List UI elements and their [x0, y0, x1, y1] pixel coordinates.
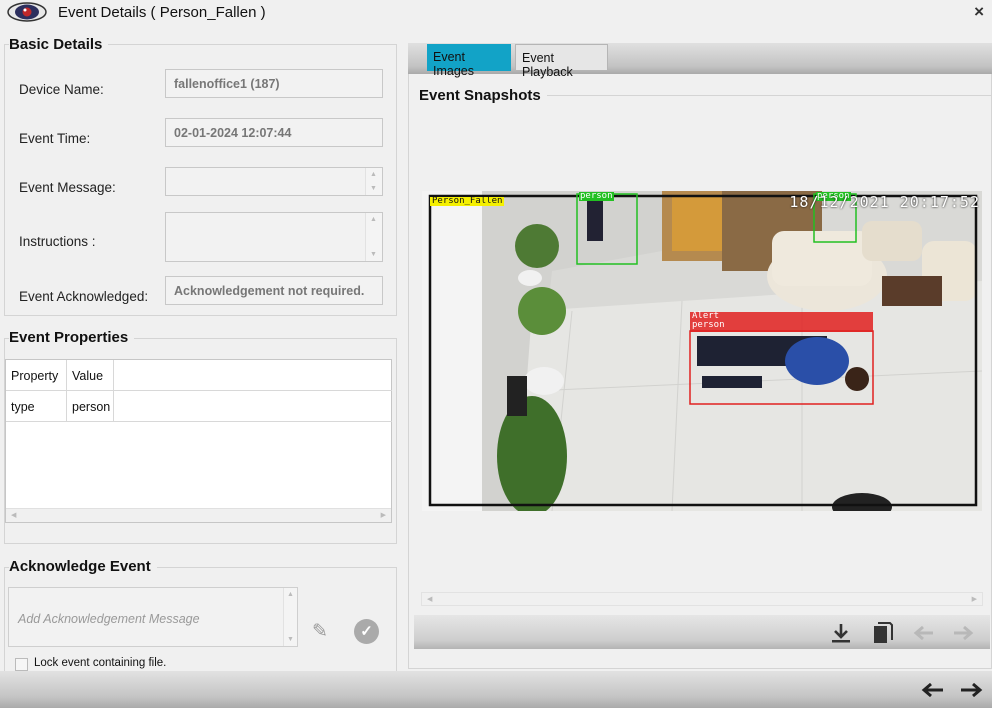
lock-event-checkbox[interactable] — [15, 658, 28, 671]
acknowledge-message-scrollbar[interactable]: ▲ ▼ — [283, 588, 297, 646]
event-time-label: Event Time: — [19, 131, 91, 146]
event-ack-field[interactable]: Acknowledgement not required. — [165, 276, 383, 305]
acknowledge-message-placeholder: Add Acknowledgement Message — [18, 612, 200, 626]
detection-label-fallen: Person_Fallen — [430, 196, 505, 206]
snapshot-toolbar — [414, 615, 990, 649]
close-button[interactable]: × — [974, 2, 984, 22]
title-bar: Event Details ( Person_Fallen ) × — [0, 0, 992, 26]
instructions-field[interactable]: ▲ ▼ — [165, 212, 383, 262]
event-ack-label: Event Acknowledged: — [19, 289, 149, 304]
check-icon[interactable]: ✓ — [354, 619, 379, 644]
instructions-scrollbar[interactable]: ▲ ▼ — [365, 213, 382, 261]
camera-scene — [422, 191, 982, 511]
column-header-property[interactable]: Property — [6, 360, 67, 390]
lock-event-label: Lock event containing file. — [34, 657, 167, 669]
copy-icon[interactable] — [871, 621, 895, 645]
tab-event-images[interactable]: Event Images — [427, 44, 511, 78]
properties-table: Property Value type person ◀ ▶ — [5, 359, 392, 523]
event-snapshots-title: Event Snapshots — [419, 87, 547, 104]
properties-horizontal-scrollbar[interactable]: ◀ ▶ — [6, 508, 391, 522]
event-message-field[interactable]: ▲ ▼ — [165, 167, 383, 196]
bottom-navigation-bar — [0, 671, 992, 708]
basic-details-title: Basic Details — [9, 36, 109, 53]
tab-event-playback[interactable]: Event Playback — [515, 44, 608, 79]
table-header-row: Property Value — [6, 360, 392, 391]
previous-event-icon[interactable] — [921, 683, 945, 697]
detection-label-person: person — [579, 191, 614, 201]
column-header-value[interactable]: Value — [67, 360, 114, 390]
snapshot-horizontal-scrollbar[interactable]: ◀ ▶ — [421, 592, 983, 606]
acknowledge-event-title: Acknowledge Event — [9, 558, 157, 575]
snapshots-divider — [540, 95, 992, 96]
device-name-field[interactable]: fallenoffice1 (187) — [165, 69, 383, 98]
download-icon[interactable] — [829, 621, 853, 645]
event-snapshot-image[interactable]: Person_Fallen person person Alert person… — [422, 191, 982, 511]
value-cell: person — [67, 391, 114, 421]
next-event-icon[interactable] — [959, 683, 983, 697]
event-message-label: Event Message: — [19, 180, 116, 195]
detection-label-person-alert: person — [692, 320, 725, 330]
window-title: Event Details ( Person_Fallen ) — [58, 4, 266, 21]
previous-snapshot-icon[interactable] — [912, 621, 936, 645]
pencil-icon[interactable]: ✎ — [312, 620, 328, 643]
event-time-field[interactable]: 02-01-2024 12:07:44 — [165, 118, 383, 147]
device-name-label: Device Name: — [19, 82, 104, 97]
acknowledge-message-input[interactable]: Add Acknowledgement Message ▲ ▼ — [8, 587, 298, 647]
next-snapshot-icon[interactable] — [951, 621, 975, 645]
event-message-scrollbar[interactable]: ▲ ▼ — [365, 168, 382, 195]
event-properties-title: Event Properties — [9, 329, 135, 346]
instructions-label: Instructions : — [19, 234, 96, 249]
property-cell: type — [6, 391, 67, 421]
table-row[interactable]: type person — [6, 391, 392, 422]
eye-logo-icon — [7, 2, 47, 22]
timestamp-overlay: 18/12/2021 20:17:52 — [789, 193, 980, 211]
